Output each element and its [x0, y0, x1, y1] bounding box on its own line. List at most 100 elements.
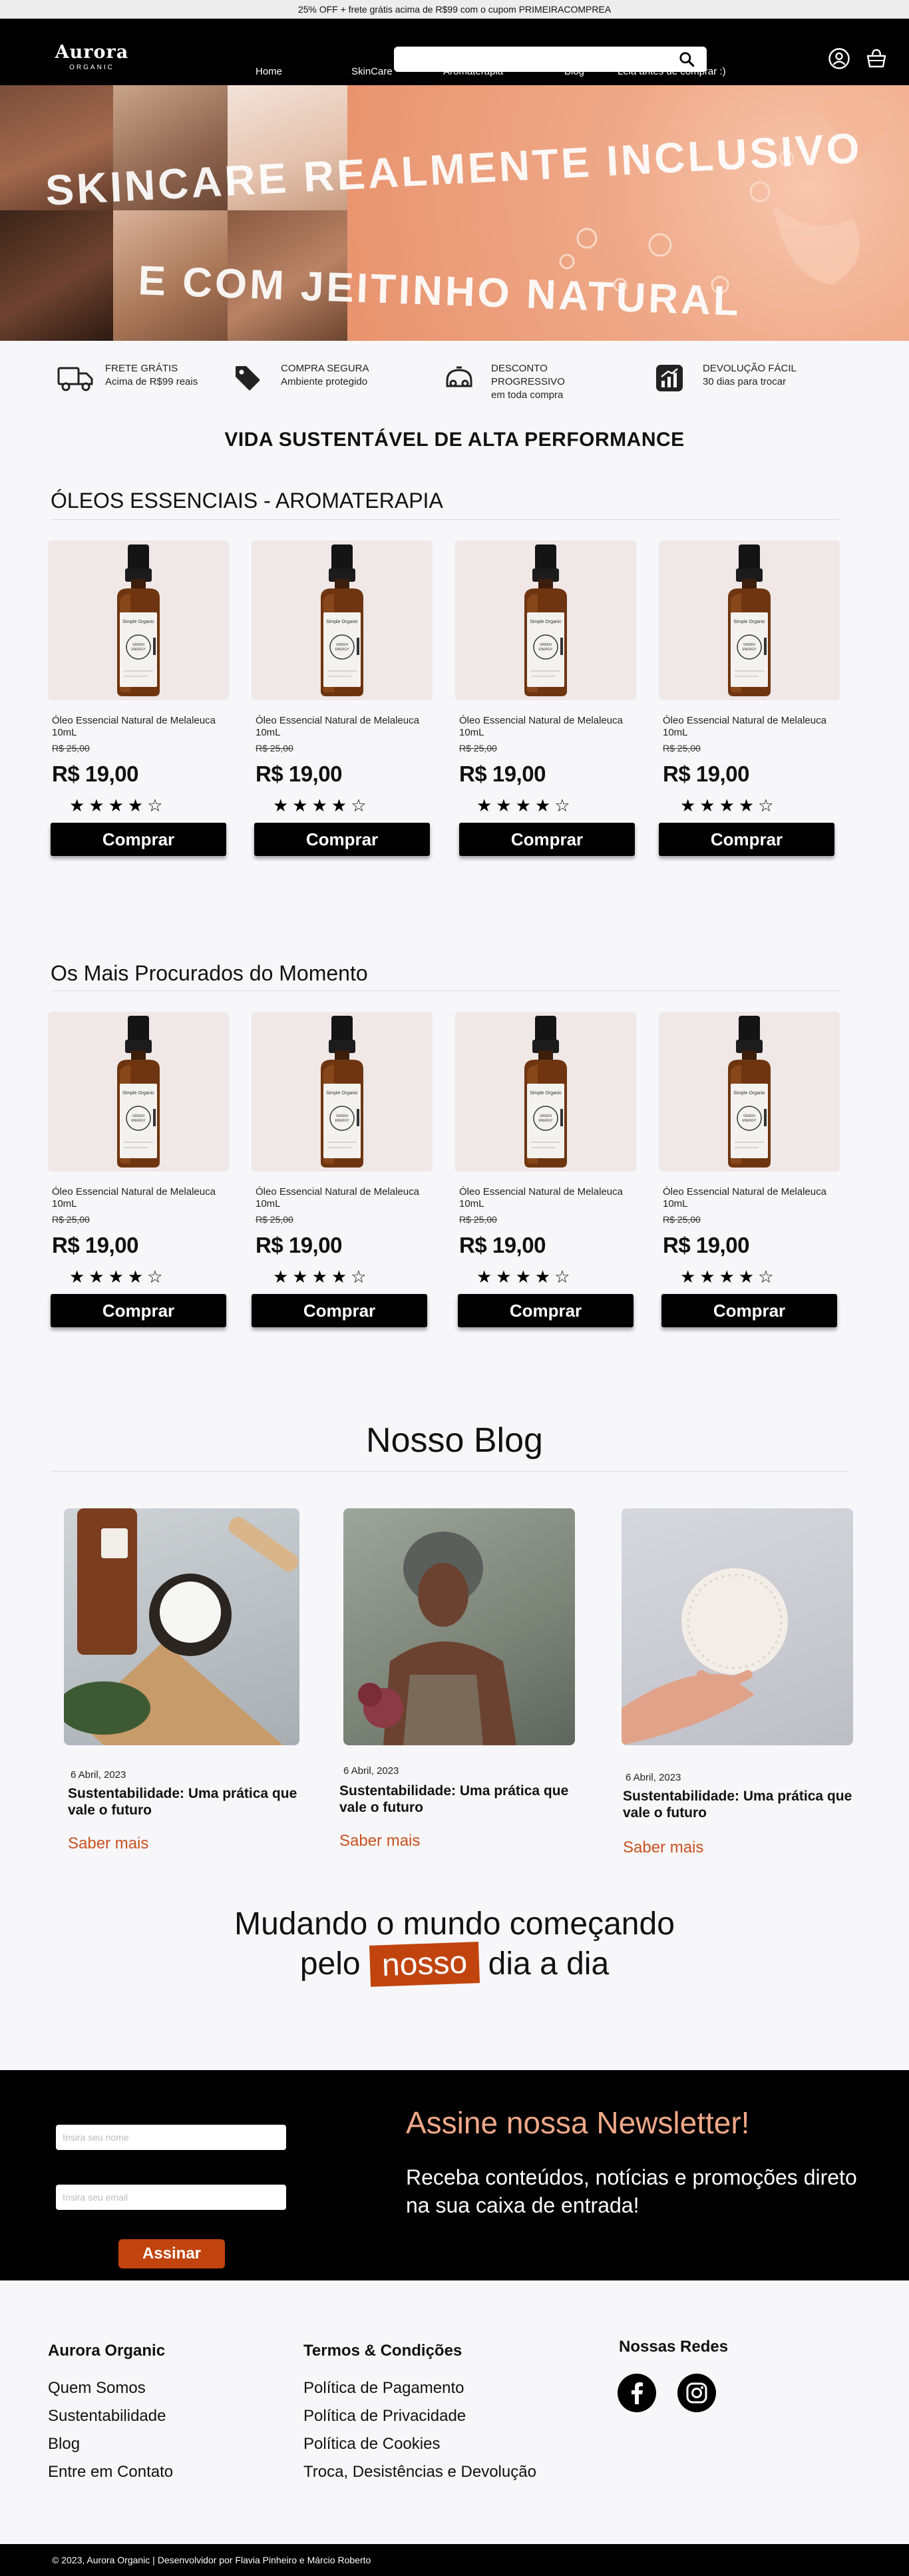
newsletter-subscribe-button[interactable]: Assinar	[118, 2239, 225, 2268]
motto-post: dia a dia	[488, 1946, 610, 1982]
account-button[interactable]	[826, 45, 852, 72]
bottle-label-brand: Simple Organic	[733, 1091, 765, 1096]
product-image[interactable]: Simple Organic GREEN ENERGY	[659, 1012, 840, 1172]
buy-button[interactable]: Comprar	[659, 823, 834, 856]
discount-icon	[446, 366, 472, 387]
product-name: Óleo Essencial Natural de Melaleuca 10mL	[256, 715, 419, 738]
footer-link-sustainability[interactable]: Sustentabilidade	[48, 2407, 166, 2426]
product-name: Óleo Essencial Natural de Melaleuca 10mL	[663, 715, 826, 738]
buy-button[interactable]: Comprar	[51, 1294, 226, 1327]
blog-title: Nosso Blog	[366, 1421, 543, 1460]
product-image[interactable]: Simple Organic GREEN ENERGY	[48, 1012, 229, 1172]
rating-stars: ★★★★☆	[680, 796, 778, 816]
bottle-label-brand: Simple Organic	[530, 1091, 562, 1096]
bottle-label-brand: Simple Organic	[122, 620, 154, 624]
product-name: Óleo Essencial Natural de Melaleuca 10mL	[663, 1186, 826, 1209]
blog-post-date: 6 Abril, 2023	[343, 1765, 399, 1777]
site-footer: Aurora Organic Quem Somos Sustentabilida…	[0, 2280, 909, 2544]
rating-stars: ★★★★☆	[476, 1267, 574, 1287]
hero-headline: SKINCARE REALMENTE INCLUSIVO E COM JEITI…	[45, 124, 864, 325]
benefit-subtitle: Acima de R$99 reais	[105, 376, 198, 387]
section-divider	[51, 1471, 849, 1472]
blog-image-woman-mirror	[343, 1508, 575, 1745]
product-image[interactable]: Simple Organic GREEN ENERGY	[455, 1012, 636, 1172]
bottle-label-brand: Simple Organic	[122, 1091, 154, 1096]
tagline: VIDA SUSTENTÁVEL DE ALTA PERFORMANCE	[224, 429, 685, 451]
svg-text:ENERGY: ENERGY	[742, 648, 757, 652]
rating-stars: ★★★★☆	[680, 1267, 778, 1287]
motto: Mudando o mundo começando pelo nosso dia a…	[0, 1905, 909, 1987]
growth-chart-icon	[656, 365, 683, 391]
brand-logo[interactable]: Aurora ORGANIC	[52, 41, 132, 72]
brand-sub: ORGANIC	[69, 64, 114, 71]
footer-link-about[interactable]: Quem Somos	[48, 2379, 146, 2398]
benefits-bar: FRETE GRÁTIS Acima de R$99 reais COMPRA S…	[0, 341, 909, 407]
blog-post-date: 6 Abril, 2023	[626, 1772, 681, 1783]
newsletter-email-input[interactable]	[56, 2185, 286, 2210]
nav-read-before[interactable]: Leia antes de comprar :)	[618, 65, 726, 79]
blog-image-skincare-products	[64, 1508, 299, 1745]
product-name: Óleo Essencial Natural de Melaleuca 10mL	[459, 1186, 623, 1209]
nav-skincare[interactable]: SkinCare	[351, 65, 393, 79]
benefit-title: FRETE GRÁTIS	[105, 363, 178, 374]
motto-line-1: Mudando o mundo começando	[234, 1906, 675, 1942]
product-price: R$ 19,00	[52, 761, 138, 786]
footer-link-returns[interactable]: Troca, Desistências e Devolução	[303, 2463, 536, 2481]
rating-stars: ★★★★☆	[273, 1267, 371, 1287]
bottle-label-brand: Simple Organic	[326, 620, 358, 624]
blog-read-more-link[interactable]: Saber mais	[339, 1832, 420, 1850]
copyright-bar: © 2023, Aurora Organic | Desenvolvidor p…	[0, 2544, 909, 2576]
newsletter-name-input[interactable]	[56, 2125, 286, 2150]
bottle-label-seal: GREEN	[336, 643, 348, 647]
footer-col-title-social: Nossas Redes	[619, 2338, 729, 2356]
newsletter-description: Receba conteúdos, notícias e promoções d…	[406, 2165, 857, 2217]
benefit-title: COMPRA SEGURA	[281, 363, 369, 374]
buy-button[interactable]: Comprar	[254, 823, 430, 856]
tag-icon	[236, 366, 260, 391]
cart-button[interactable]	[864, 45, 889, 72]
product-image[interactable]: Simple Organic GREEN ENERGY	[252, 540, 433, 700]
buy-button[interactable]: Comprar	[458, 1294, 634, 1327]
nav-home[interactable]: Home	[256, 65, 282, 79]
product-price: R$ 19,00	[459, 761, 546, 786]
rating-stars: ★★★★☆	[69, 796, 167, 816]
footer-link-blog[interactable]: Blog	[48, 2435, 80, 2454]
blog-post-date: 6 Abril, 2023	[71, 1769, 126, 1781]
svg-text:ENERGY: ENERGY	[538, 1119, 553, 1123]
instagram-icon	[686, 2382, 707, 2404]
footer-link-privacy-policy[interactable]: Política de Privacidade	[303, 2407, 466, 2426]
buy-button[interactable]: Comprar	[459, 823, 635, 856]
product-image[interactable]: Simple Organic GREEN ENERGY	[48, 540, 229, 700]
footer-col-title-terms: Termos & Condições	[303, 2342, 462, 2360]
product-price: R$ 19,00	[663, 1233, 749, 1257]
product-name: Óleo Essencial Natural de Melaleuca 10mL	[52, 1186, 216, 1209]
nav-aromaterapia[interactable]: Aromaterapia	[443, 65, 503, 79]
product-image[interactable]: Simple Organic GREEN ENERGY	[252, 1012, 433, 1172]
hero-line-2: E COM JEITINHO NATURAL	[137, 258, 741, 325]
product-price: R$ 19,00	[256, 761, 342, 786]
svg-text:ENERGY: ENERGY	[742, 1119, 757, 1123]
blog-read-more-link[interactable]: Saber mais	[68, 1834, 148, 1853]
product-image[interactable]: Simple Organic GREEN ENERGY	[659, 540, 840, 700]
footer-col-title-company: Aurora Organic	[48, 2342, 166, 2360]
product-price: R$ 19,00	[663, 761, 749, 786]
footer-link-contact[interactable]: Entre em Contato	[48, 2463, 173, 2481]
truck-icon	[57, 367, 93, 391]
buy-button[interactable]: Comprar	[51, 823, 226, 856]
product-old-price: R$ 25,00	[52, 1214, 90, 1225]
nav-blog[interactable]: Blog	[564, 65, 584, 79]
footer-link-payment-policy[interactable]: Política de Pagamento	[303, 2379, 464, 2398]
product-name: Óleo Essencial Natural de Melaleuca 10mL	[256, 1186, 419, 1209]
blog-read-more-link[interactable]: Saber mais	[623, 1838, 703, 1857]
newsletter-title: Assine nossa Newsletter!	[406, 2105, 750, 2140]
bottle-label-brand: Simple Organic	[326, 1091, 358, 1096]
product-old-price: R$ 25,00	[459, 1214, 497, 1225]
benefit-title: DESCONTO PROGRESSIVO	[491, 363, 565, 387]
announcement-bar: 25% OFF + frete grátis acima de R$99 com…	[0, 0, 909, 19]
facebook-link[interactable]	[618, 2374, 656, 2412]
footer-link-cookie-policy[interactable]: Política de Cookies	[303, 2435, 440, 2454]
buy-button[interactable]: Comprar	[252, 1294, 427, 1327]
product-image[interactable]: Simple Organic GREEN ENERGY	[455, 540, 636, 700]
buy-button[interactable]: Comprar	[661, 1294, 837, 1327]
instagram-link[interactable]	[677, 2374, 716, 2412]
